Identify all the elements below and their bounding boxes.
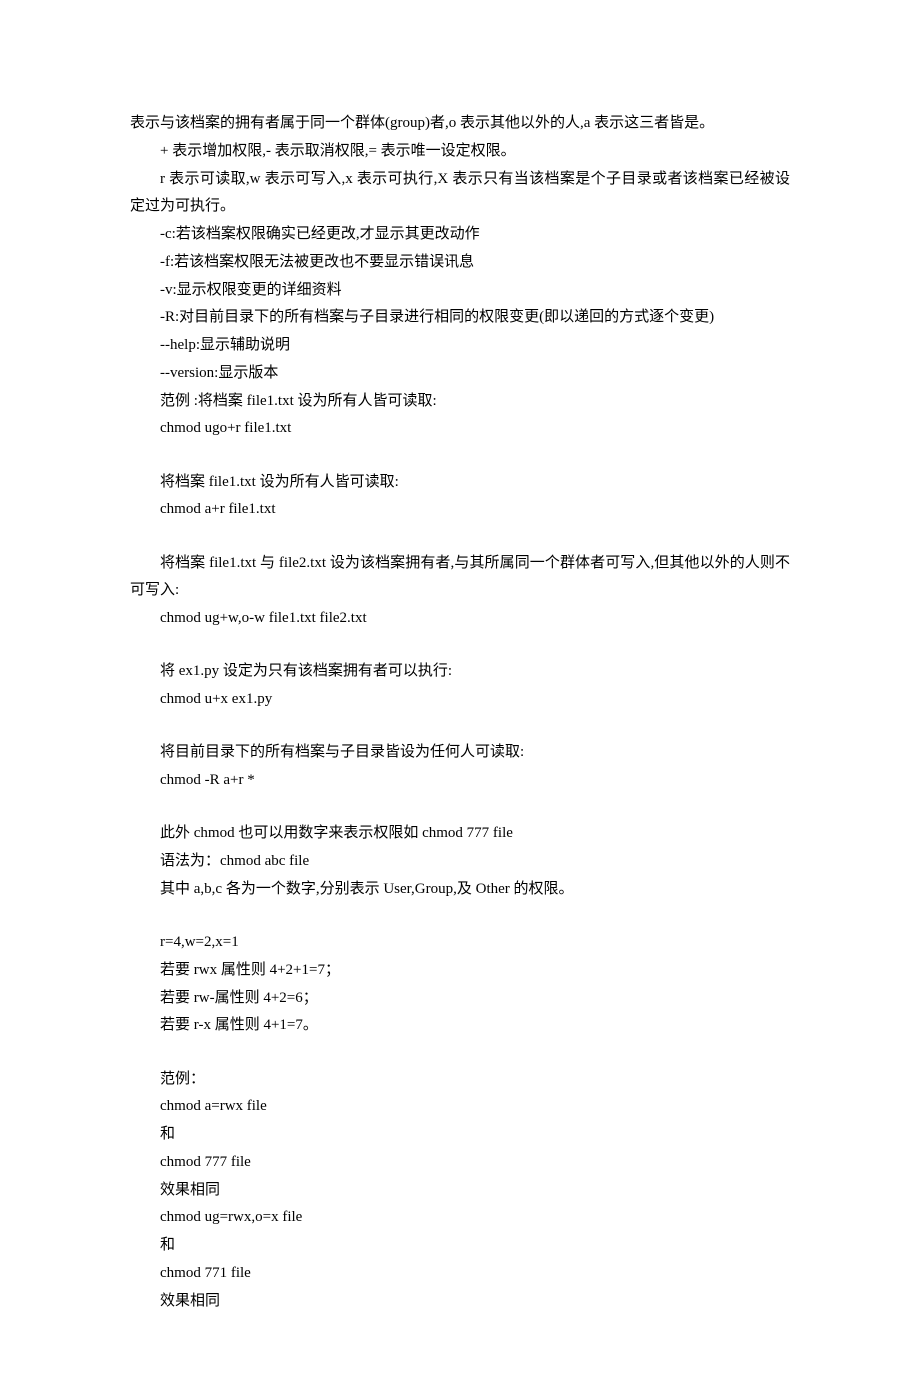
text-line: -f:若该档案权限无法被更改也不要显示错误讯息 <box>130 249 790 277</box>
text-line: 此外 chmod 也可以用数字来表示权限如 chmod 777 file <box>130 820 790 848</box>
text-line: chmod 777 file <box>130 1149 790 1177</box>
text-line: 范例 :将档案 file1.txt 设为所有人皆可读取: <box>130 388 790 416</box>
text-line: chmod -R a+r * <box>130 767 790 795</box>
text-line: chmod ug=rwx,o=x file <box>130 1204 790 1232</box>
text-line: 效果相同 <box>130 1288 790 1316</box>
text-line: 和 <box>130 1121 790 1149</box>
blank-line <box>130 714 790 740</box>
text-line: -v:显示权限变更的详细资料 <box>130 277 790 305</box>
text-line: 将目前目录下的所有档案与子目录皆设为任何人可读取: <box>130 739 790 767</box>
text-line: -R:对目前目录下的所有档案与子目录进行相同的权限变更(即以递回的方式逐个变更) <box>130 304 790 332</box>
text-line: 若要 rw-属性则 4+2=6； <box>130 985 790 1013</box>
text-line: 和 <box>130 1232 790 1260</box>
blank-line <box>130 904 790 930</box>
text-line: 表示与该档案的拥有者属于同一个群体(group)者,o 表示其他以外的人,a 表… <box>130 110 790 138</box>
blank-line <box>130 795 790 821</box>
text-line: 效果相同 <box>130 1177 790 1205</box>
blank-line <box>130 1040 790 1066</box>
text-line: 语法为：chmod abc file <box>130 848 790 876</box>
blank-line <box>130 524 790 550</box>
text-line: --version:显示版本 <box>130 360 790 388</box>
text-line: + 表示增加权限,- 表示取消权限,= 表示唯一设定权限。 <box>130 138 790 166</box>
text-line: -c:若该档案权限确实已经更改,才显示其更改动作 <box>130 221 790 249</box>
text-line: 若要 rwx 属性则 4+2+1=7； <box>130 957 790 985</box>
text-line: --help:显示辅助说明 <box>130 332 790 360</box>
text-line: r=4,w=2,x=1 <box>130 929 790 957</box>
text-line: 将档案 file1.txt 与 file2.txt 设为该档案拥有者,与其所属同… <box>130 550 790 606</box>
text-line: 范例： <box>130 1066 790 1094</box>
text-line: chmod u+x ex1.py <box>130 686 790 714</box>
text-line: chmod 771 file <box>130 1260 790 1288</box>
blank-line <box>130 443 790 469</box>
text-line: chmod a=rwx file <box>130 1093 790 1121</box>
text-line: chmod ug+w,o-w file1.txt file2.txt <box>130 605 790 633</box>
text-line: 若要 r-x 属性则 4+1=7。 <box>130 1012 790 1040</box>
text-line: 将档案 file1.txt 设为所有人皆可读取: <box>130 469 790 497</box>
text-line: 其中 a,b,c 各为一个数字,分别表示 User,Group,及 Other … <box>130 876 790 904</box>
text-line: chmod a+r file1.txt <box>130 496 790 524</box>
text-line: r 表示可读取,w 表示可写入,x 表示可执行,X 表示只有当该档案是个子目录或… <box>130 166 790 222</box>
text-line: chmod ugo+r file1.txt <box>130 415 790 443</box>
blank-line <box>130 633 790 659</box>
text-line: 将 ex1.py 设定为只有该档案拥有者可以执行: <box>130 658 790 686</box>
